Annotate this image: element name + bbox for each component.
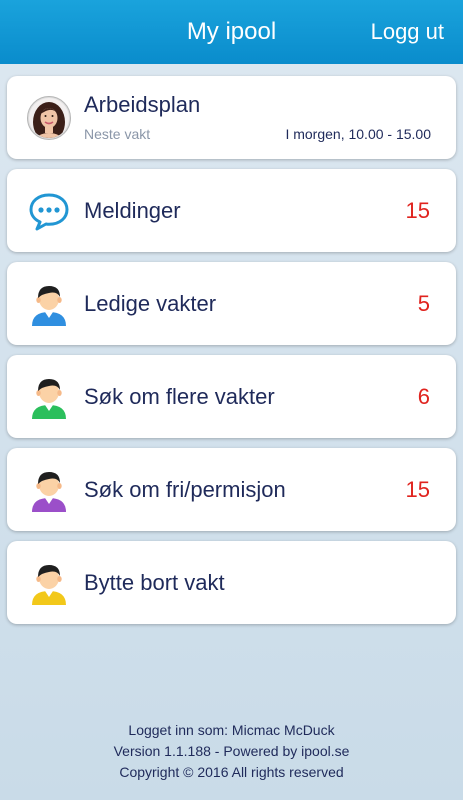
logged-in-text: Logget inn som: Micmac McDuck [128, 722, 335, 738]
avatar [27, 96, 71, 140]
workplan-label: Arbeidsplan [84, 92, 201, 117]
version-text: Version 1.1.188 - Powered by ipool.se [113, 743, 350, 759]
menu-item-label: Søk om flere vakter [84, 384, 275, 409]
copyright-text: Copyright © 2016 All rights reserved [119, 764, 344, 780]
menu-item-label: Meldinger [84, 198, 181, 223]
next-shift-label: Neste vakt [84, 126, 151, 142]
menu-item-request-more-shifts[interactable]: Søk om flere vakter 6 [7, 355, 456, 438]
person-purple-icon [27, 468, 71, 512]
person-green-icon [27, 375, 71, 419]
workplan-card[interactable]: Arbeidsplan Neste vakt I morgen, 10.00 -… [7, 76, 456, 159]
person-blue-icon [27, 282, 71, 326]
top-bar: My ipool Logg ut [0, 0, 463, 64]
menu-item-label: Bytte bort vakt [84, 570, 225, 595]
menu-item-label: Søk om fri/permisjon [84, 477, 286, 502]
badge-count: 5 [417, 291, 430, 316]
badge-count: 6 [417, 384, 430, 409]
menu-item-messages[interactable]: Meldinger 15 [7, 169, 456, 252]
chat-bubble-icon [27, 189, 71, 233]
next-shift-time: I morgen, 10.00 - 15.00 [285, 126, 431, 142]
menu-item-request-leave[interactable]: Søk om fri/permisjon 15 [7, 448, 456, 531]
badge-count: 15 [405, 198, 430, 223]
menu-item-label: Ledige vakter [84, 291, 217, 316]
logout-button[interactable]: Logg ut [371, 0, 444, 64]
menu-item-swap-shift[interactable]: Bytte bort vakt [7, 541, 456, 624]
footer: Logget inn som: Micmac McDuck Version 1.… [0, 720, 463, 783]
badge-count: 15 [405, 477, 430, 502]
menu-item-available-shifts[interactable]: Ledige vakter 5 [7, 262, 456, 345]
person-yellow-icon [27, 561, 71, 605]
